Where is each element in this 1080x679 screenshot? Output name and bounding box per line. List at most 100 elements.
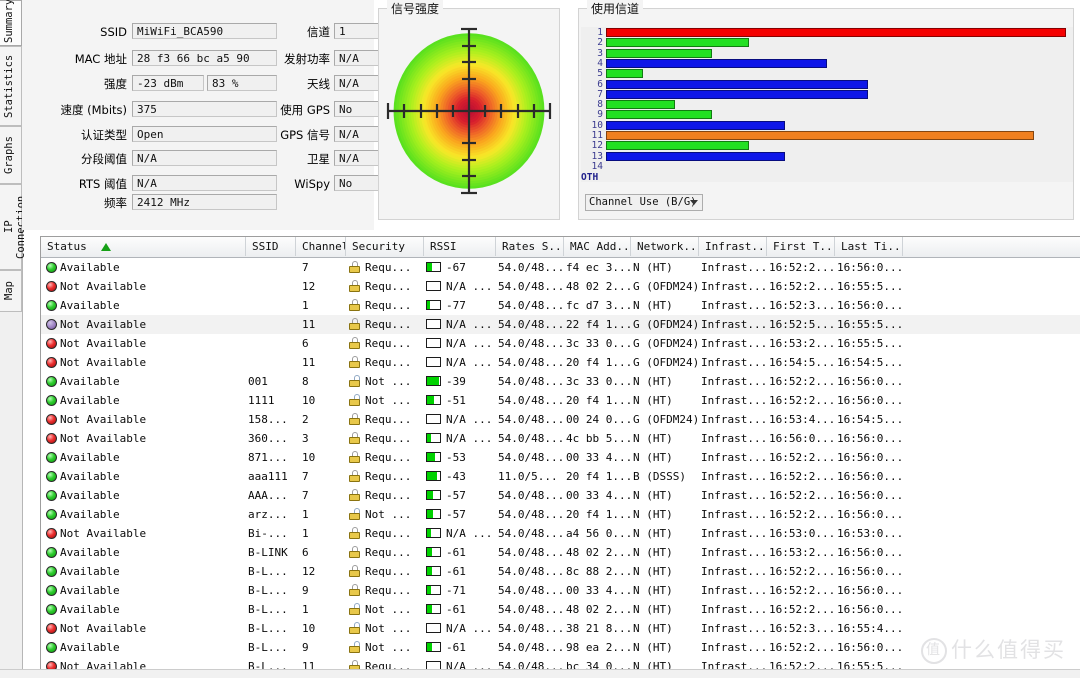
- cell-security: Requ...: [365, 565, 412, 578]
- summary-value-2[interactable]: -23 dBm: [132, 75, 204, 91]
- column-header-blank[interactable]: [903, 237, 1080, 256]
- cell-ssid: B-LINK: [248, 546, 288, 559]
- column-header-firstt[interactable]: First T...: [767, 237, 835, 256]
- table-row[interactable]: Available B-L... 1 Not ... -61 54.0/48... 48 0…: [41, 600, 1080, 619]
- cell-ssid: B-L...: [248, 641, 288, 654]
- cell-security: Requ...: [365, 337, 412, 350]
- channel-row-3: 3: [581, 48, 1073, 59]
- channel-bar-10: [606, 120, 786, 130]
- cell-channel: 10: [302, 622, 316, 635]
- column-header-infrast[interactable]: Infrast...: [699, 237, 767, 256]
- cell-channel: 7: [302, 261, 309, 274]
- table-row[interactable]: Available B-L... 9 Requ... -71 54.0/48... 00 3…: [41, 581, 1080, 600]
- cell-rates: 54.0/48...: [498, 432, 565, 445]
- cell-mac: 00 33 4...: [566, 584, 633, 597]
- column-header-rssi[interactable]: RSSI: [424, 237, 496, 256]
- channel-use-mode-select[interactable]: Channel Use (B/G): [585, 194, 703, 211]
- cell-infrastructure: Infrast...: [701, 356, 768, 369]
- signal-strength-panel: 信号强度: [378, 0, 560, 220]
- cell-ssid: [248, 334, 298, 353]
- table-row[interactable]: Not Available 12 Requ... N/A ... 54.0/48... 4…: [41, 277, 1080, 296]
- column-header-ratess[interactable]: Rates S...: [496, 237, 564, 256]
- column-header-lastti[interactable]: Last Ti...: [835, 237, 903, 256]
- status-indicator-icon: [46, 414, 57, 425]
- lock-icon: [349, 356, 360, 368]
- lock-icon: [349, 546, 360, 558]
- channel-use-title: 使用信道: [587, 0, 644, 17]
- cell-mac: 4c bb 5...: [566, 432, 633, 445]
- signal-meter-icon: [426, 357, 441, 367]
- sidebar-item-ip-connection[interactable]: IP Connection: [0, 184, 27, 270]
- cell-last-time: 16:56:0...: [837, 508, 904, 521]
- cell-channel: 6: [302, 337, 309, 350]
- column-header-status[interactable]: Status: [41, 237, 246, 256]
- table-row[interactable]: Available 1111 10 Not ... -51 54.0/48... 20 f4…: [41, 391, 1080, 410]
- channel-bar-4: [606, 58, 827, 68]
- column-header-security[interactable]: Security: [346, 237, 424, 256]
- table-row[interactable]: Available aaa111 7 Requ... -43 11.0/5... 20 f4…: [41, 467, 1080, 486]
- cell-network: N (HT): [633, 394, 673, 407]
- cell-infrastructure: Infrast...: [701, 622, 768, 635]
- cell-network: G (OFDM24): [633, 337, 700, 350]
- table-row[interactable]: Available arz... 1 Not ... -57 54.0/48... 20 f…: [41, 505, 1080, 524]
- channel-row-OTH: OTH: [581, 172, 1073, 183]
- sort-ascending-icon[interactable]: [101, 243, 111, 251]
- cell-last-time: 16:56:0...: [837, 451, 904, 464]
- cell-status: Available: [60, 565, 120, 578]
- column-header-macadd[interactable]: MAC Add...: [564, 237, 631, 256]
- cell-last-time: 16:56:0...: [837, 641, 904, 654]
- table-row[interactable]: Available 871... 10 Requ... -53 54.0/48... 00 …: [41, 448, 1080, 467]
- table-row[interactable]: Available 7 Requ... -67 54.0/48... f4 ec 3...…: [41, 258, 1080, 277]
- table-row[interactable]: Not Available Bi-... 1 Requ... N/A ... 54.0/4…: [41, 524, 1080, 543]
- cell-security: Requ...: [365, 280, 412, 293]
- table-row[interactable]: Available 001 8 Not ... -39 54.0/48... 3c 33 0…: [41, 372, 1080, 391]
- channel-label-12: 12: [591, 140, 603, 152]
- column-header-network[interactable]: Network...: [631, 237, 699, 256]
- cell-infrastructure: Infrast...: [701, 603, 768, 616]
- cell-last-time: 16:56:0...: [837, 261, 904, 274]
- cell-first-time: 16:52:3...: [769, 622, 836, 635]
- sidebar-item-statistics[interactable]: Statistics: [0, 46, 22, 126]
- cell-status: Not Available: [60, 413, 147, 426]
- table-row[interactable]: Available B-L... 12 Requ... -61 54.0/48... 8c …: [41, 562, 1080, 581]
- column-header-label: RSSI: [430, 240, 457, 253]
- lock-icon: [349, 375, 360, 387]
- column-header-channel[interactable]: Channel: [296, 237, 346, 256]
- table-row[interactable]: Available 1 Requ... -77 54.0/48... fc d7 3...…: [41, 296, 1080, 315]
- signal-meter-icon: [426, 547, 441, 557]
- cell-last-time: 16:55:5...: [837, 337, 904, 350]
- table-row[interactable]: Not Available 11 Requ... N/A ... 54.0/48... 2…: [41, 353, 1080, 372]
- cell-channel: 10: [302, 394, 316, 407]
- summary-value-7[interactable]: 2412 MHz: [132, 194, 277, 210]
- cell-last-time: 16:56:0...: [837, 565, 904, 578]
- sidebar-item-map[interactable]: Map: [0, 270, 22, 312]
- table-row[interactable]: Available B-LINK 6 Requ... -61 54.0/48... 48 0…: [41, 543, 1080, 562]
- channel-bar-2: [606, 38, 749, 48]
- cell-infrastructure: Infrast...: [701, 432, 768, 445]
- summary-label-6: RTS 阈值: [78, 177, 127, 191]
- cell-security: Requ...: [365, 432, 412, 445]
- table-row[interactable]: Available AAA... 7 Requ... -57 54.0/48... 00 3…: [41, 486, 1080, 505]
- signal-meter-icon: [426, 414, 441, 424]
- sidebar-item-summary[interactable]: Summary: [0, 0, 22, 46]
- table-header-row[interactable]: Status SSID Channel Security RSSI Rates S... M…: [41, 237, 1080, 258]
- access-point-table[interactable]: Status SSID Channel Security RSSI Rates S... M…: [40, 236, 1080, 678]
- channel-label-9: 9: [597, 109, 603, 121]
- summary-label-1: MAC 地址: [74, 52, 127, 66]
- table-row[interactable]: Not Available 158... 2 Requ... N/A ... 54.0/4…: [41, 410, 1080, 429]
- cell-security: Not ...: [365, 603, 412, 616]
- column-header-ssid[interactable]: SSID: [246, 237, 296, 256]
- table-row[interactable]: Not Available 6 Requ... N/A ... 54.0/48... 3c…: [41, 334, 1080, 353]
- channel-bar-1: [606, 28, 1066, 37]
- lock-icon: [349, 280, 360, 292]
- table-body[interactable]: Available 7 Requ... -67 54.0/48... f4 ec 3...…: [41, 258, 1080, 679]
- sidebar-item-graphs[interactable]: Graphs: [0, 126, 22, 184]
- cell-rssi: -39: [446, 375, 466, 388]
- table-row[interactable]: Not Available 360... 3 Requ... N/A ... 54.0/4…: [41, 429, 1080, 448]
- signal-meter-icon: [426, 452, 441, 462]
- table-row[interactable]: Not Available 11 Requ... N/A ... 54.0/48... 2…: [41, 315, 1080, 334]
- cell-rates: 54.0/48...: [498, 508, 565, 521]
- cell-first-time: 16:52:2...: [769, 470, 836, 483]
- cell-infrastructure: Infrast...: [701, 489, 768, 502]
- channel-row-12: 12: [581, 141, 1073, 151]
